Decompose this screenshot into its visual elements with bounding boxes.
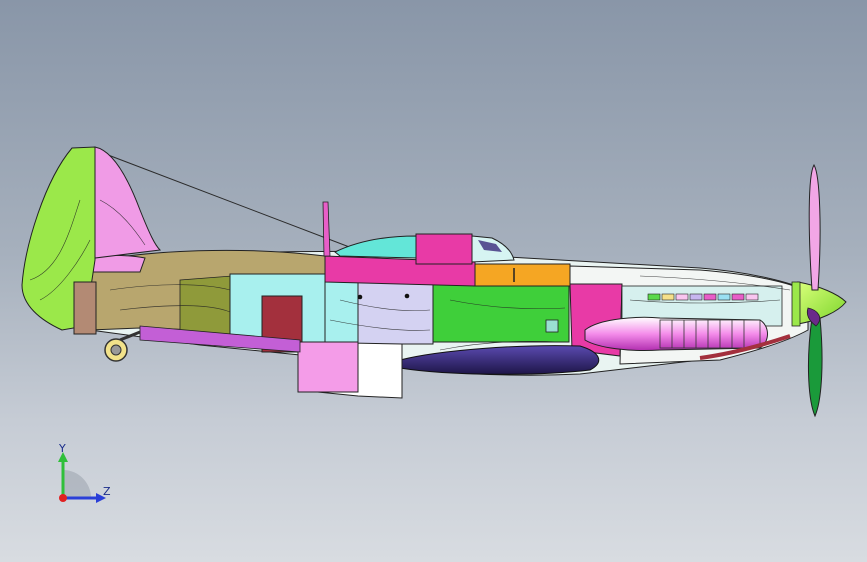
rivet-2: [404, 293, 410, 299]
fuselage-panel-3: [357, 281, 434, 345]
y-axis-label: Y: [59, 442, 66, 455]
propeller-spinner: [797, 281, 847, 325]
origin-icon: [59, 494, 67, 502]
fuselage-orange-panel: [473, 263, 571, 287]
rivet-1: [357, 294, 363, 300]
radiator-nacelle: [584, 316, 768, 351]
fuselage-panel-2: [324, 281, 361, 345]
z-axis-label: Z: [103, 485, 111, 498]
canopy: [334, 235, 417, 259]
model-viewport[interactable]: Y Z: [0, 0, 867, 562]
wing-flap: [297, 341, 359, 393]
canopy-frame-panel: [415, 233, 473, 265]
aircraft-model-icon[interactable]: [0, 0, 867, 562]
propeller-blade-bottom: [807, 317, 823, 418]
fuselage-center-panel: [432, 283, 570, 343]
radio-mast: [322, 201, 331, 257]
inspection-hatch: [545, 319, 559, 333]
coordinate-triad[interactable]: Y Z: [48, 440, 128, 510]
tail-joint-panel: [73, 281, 97, 335]
propeller-blade-top: [808, 164, 821, 291]
